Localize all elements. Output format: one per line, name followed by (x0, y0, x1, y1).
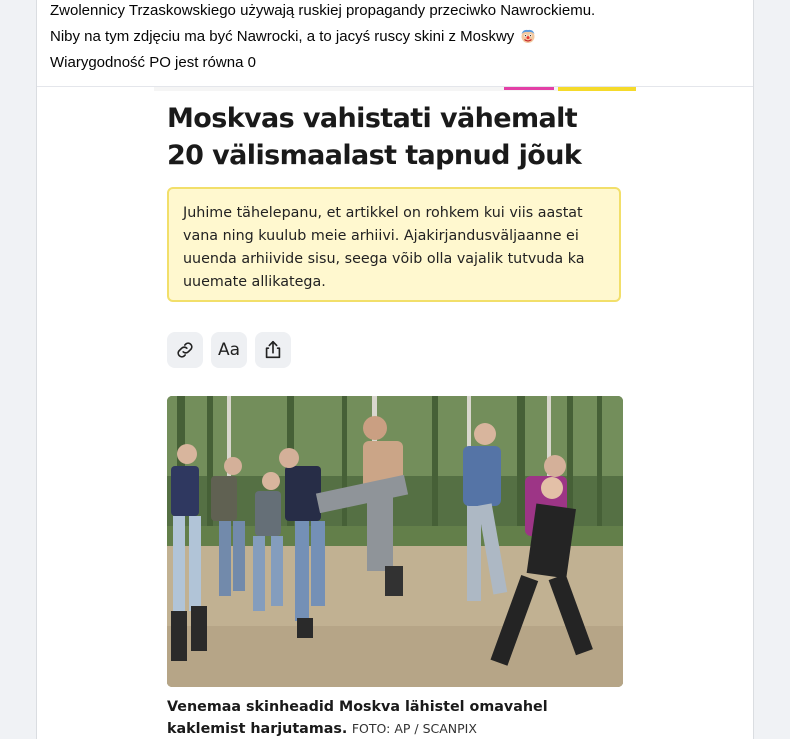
article-headline: Moskvas vahistati vähemalt 20 välismaala… (167, 103, 582, 171)
copy-link-button[interactable] (167, 332, 203, 368)
archive-notice: Juhime tähelepanu, et artikkel on rohkem… (167, 187, 621, 302)
post-line-2: Niby na tym zdjęciu ma być Nawrocki, a t… (50, 28, 740, 54)
clown-face-icon (521, 29, 535, 43)
font-size-label: Aa (217, 340, 241, 360)
link-icon (177, 342, 193, 358)
fight-photo (167, 396, 623, 687)
post-line-1: Zwolennicy Trzaskowskiego używają ruskie… (50, 2, 596, 19)
share-icon (265, 340, 281, 359)
photo-credit: FOTO: AP / SCANPIX (351, 721, 477, 736)
share-button[interactable] (255, 332, 291, 368)
brand-strip-yellow (558, 87, 636, 91)
brand-strip-pink (504, 87, 554, 90)
article-photo[interactable] (167, 396, 623, 687)
font-size-button[interactable]: Aa (211, 332, 247, 368)
post-text: Zwolennicy Trzaskowskiego używają ruskie… (50, 2, 740, 80)
post-line-3: Wiarygodność PO jest równa 0 (50, 54, 256, 71)
brand-strip (154, 87, 636, 91)
article-screenshot[interactable]: Moskvas vahistati vähemalt 20 välismaala… (154, 87, 636, 739)
post-card: Zwolennicy Trzaskowskiego używają ruskie… (36, 0, 754, 739)
photo-caption: Venemaa skinheadid Moskva lähistel omava… (167, 697, 621, 739)
post-line-2-text: Niby na tym zdjęciu ma być Nawrocki, a t… (50, 28, 515, 45)
